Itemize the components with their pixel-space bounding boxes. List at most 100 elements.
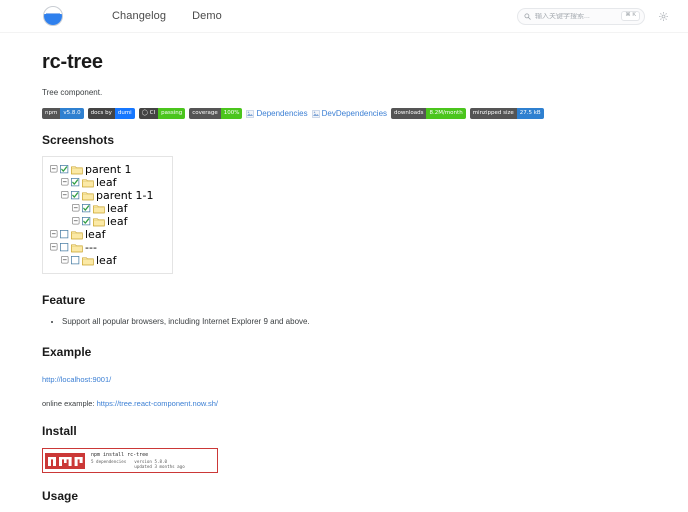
- badge-docs-by-dumi[interactable]: docs by dumi: [87, 108, 135, 119]
- badge-minzipped-size[interactable]: minzipped size 27.5 kB: [469, 108, 544, 119]
- badge-ci-status[interactable]: ◯ CI passing: [138, 108, 186, 119]
- online-example-prefix: online example:: [42, 399, 95, 408]
- tree-node-folder-icon: [82, 178, 94, 188]
- tree-node-checkbox[interactable]: [60, 230, 69, 239]
- badge-label: ◯ CI: [138, 108, 159, 119]
- tree-node-folder-icon: [71, 165, 83, 175]
- tree-node-label: leaf: [96, 175, 117, 189]
- tree-node[interactable]: leaf: [49, 254, 167, 267]
- folder-icon: [93, 217, 105, 226]
- badge-coverage[interactable]: coverage 100%: [189, 108, 243, 119]
- local-example-link[interactable]: http://localhost:9001/: [42, 375, 111, 384]
- broken-image-icon: [311, 109, 320, 118]
- online-example-link[interactable]: https://tree.react-component.now.sh/: [97, 399, 218, 408]
- tree-node-folder-icon: [82, 191, 94, 201]
- broken-image-alt: Dependencies: [256, 109, 308, 118]
- page-subtitle: Tree component.: [42, 88, 103, 97]
- tree-node-checkbox[interactable]: [82, 217, 91, 226]
- nav-item-changelog[interactable]: Changelog: [112, 10, 166, 22]
- search-icon: [524, 13, 531, 20]
- tree-node-label: leaf: [96, 253, 117, 267]
- page-title: rc-tree: [42, 51, 103, 73]
- tree-node-expander[interactable]: [50, 165, 59, 174]
- tree-node-expander[interactable]: [61, 178, 70, 187]
- broken-image-devdependencies[interactable]: DevDependencies: [311, 109, 387, 118]
- tree-screenshot: parent 1 leaf parent 1-1 leaf leaf leaf --- lea…: [42, 156, 173, 274]
- npm-logo-icon: [43, 449, 87, 472]
- expander-minus-icon: [72, 204, 80, 212]
- tree-node[interactable]: leaf: [49, 176, 167, 189]
- tree-node-checkbox[interactable]: [60, 165, 69, 174]
- settings-button[interactable]: [656, 9, 670, 23]
- feature-list-item: Support all popular browsers, including …: [62, 316, 688, 328]
- checkbox-checked-icon: [71, 191, 80, 200]
- broken-image-icon: [246, 109, 255, 118]
- badge-downloads[interactable]: downloads 8.2M/month: [391, 108, 466, 119]
- tree-node-expander[interactable]: [50, 243, 59, 252]
- site-header: Changelog Demo ⌘ K: [0, 0, 688, 33]
- tree-node-checkbox[interactable]: [82, 204, 91, 213]
- tree-node-checkbox[interactable]: [60, 243, 69, 252]
- npm-meta-right: version 5.8.0 updated 3 months ago: [134, 459, 184, 469]
- checkbox-unchecked-icon: [60, 243, 69, 252]
- badge-label: coverage: [189, 108, 221, 119]
- npm-install-badge[interactable]: npm install rc-tree 5 dependencies versi…: [42, 448, 218, 473]
- tree-node-expander[interactable]: [72, 217, 81, 226]
- checkbox-unchecked-icon: [60, 230, 69, 239]
- tree-node-label: ---: [85, 240, 97, 254]
- tree-node-folder-icon: [82, 256, 94, 266]
- checkbox-checked-icon: [71, 178, 80, 187]
- expander-minus-icon: [50, 165, 58, 173]
- tree-node[interactable]: parent 1: [49, 163, 167, 176]
- section-heading-feature: Feature: [42, 293, 86, 307]
- gear-icon: [658, 11, 668, 21]
- tree-node-expander[interactable]: [72, 204, 81, 213]
- expander-minus-icon: [72, 217, 80, 225]
- folder-icon: [71, 243, 83, 252]
- badge-row: npm v5.8.0 docs by dumi ◯ CI passing coverage 1…: [42, 108, 688, 119]
- tree-node-checkbox[interactable]: [71, 191, 80, 200]
- badge-value: passing: [158, 108, 186, 119]
- folder-icon: [71, 165, 83, 174]
- tree-node-folder-icon: [71, 230, 83, 240]
- expander-minus-icon: [61, 178, 69, 186]
- logo[interactable]: [42, 5, 64, 27]
- tree-node-label: leaf: [107, 201, 128, 215]
- search-input[interactable]: [535, 12, 618, 20]
- broken-image-dependencies[interactable]: Dependencies: [246, 109, 308, 118]
- tree-node[interactable]: leaf: [49, 228, 167, 241]
- tree-node[interactable]: ---: [49, 241, 167, 254]
- expander-minus-icon: [50, 243, 58, 251]
- checkbox-unchecked-icon: [71, 256, 80, 265]
- section-heading-install: Install: [42, 424, 77, 438]
- folder-icon: [71, 230, 83, 239]
- tree-node-expander[interactable]: [50, 230, 59, 239]
- search-box[interactable]: ⌘ K: [517, 7, 645, 25]
- tree-node[interactable]: leaf: [49, 215, 167, 228]
- tree-node-folder-icon: [93, 204, 105, 214]
- folder-icon: [82, 256, 94, 265]
- badge-label: minzipped size: [469, 108, 517, 119]
- tree-node-expander[interactable]: [61, 191, 70, 200]
- badge-npm-version[interactable]: npm v5.8.0: [42, 108, 84, 119]
- npm-dependencies: 5 dependencies: [91, 458, 127, 464]
- feature-list: Support all popular browsers, including …: [42, 316, 688, 328]
- main-nav: Changelog Demo: [112, 10, 222, 22]
- tree-node[interactable]: parent 1-1: [49, 189, 167, 202]
- tree-node-label: leaf: [107, 214, 128, 228]
- tree-node-checkbox[interactable]: [71, 256, 80, 265]
- folder-icon: [82, 191, 94, 200]
- logo-fill: [44, 14, 62, 25]
- checkbox-checked-icon: [60, 165, 69, 174]
- header-right-group: ⌘ K: [517, 0, 670, 32]
- tree-node-expander[interactable]: [61, 256, 70, 265]
- section-heading-usage: Usage: [42, 489, 79, 503]
- tree-node-folder-icon: [71, 243, 83, 253]
- tree-node[interactable]: leaf: [49, 202, 167, 215]
- badge-label: downloads: [391, 108, 427, 119]
- badge-label: docs by: [87, 108, 115, 119]
- npm-meta-row: 5 dependencies version 5.8.0 updated 3 m…: [91, 459, 217, 469]
- tree-node-checkbox[interactable]: [71, 178, 80, 187]
- nav-item-demo[interactable]: Demo: [192, 10, 222, 22]
- npm-updated: updated 3 months ago: [134, 464, 185, 469]
